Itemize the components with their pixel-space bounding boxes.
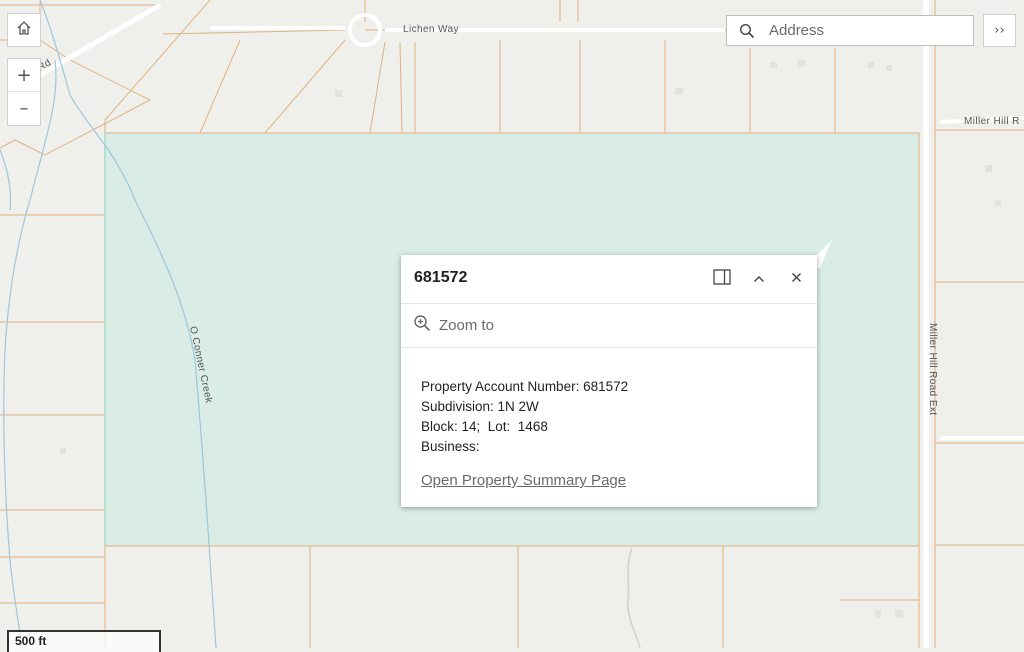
scale-bar: 500 ft	[7, 630, 161, 652]
zoom-to-action[interactable]: Zoom to	[413, 314, 495, 337]
subdivision: Subdivision: 1N 2W	[421, 399, 539, 414]
block-lot: Block: 14; Lot: 1468	[421, 419, 548, 434]
address-search	[726, 15, 974, 46]
zoom-to-label: Zoom to	[439, 316, 495, 334]
zoom-in-magnifier-icon	[413, 314, 431, 337]
popup-title: 681572	[414, 269, 468, 286]
zoom-controls: + –	[7, 58, 41, 126]
property-popup: 681572 Zoom to Property Account Number: …	[401, 255, 817, 507]
close-popup-button[interactable]	[784, 267, 808, 291]
zoom-out-button[interactable]: –	[8, 92, 40, 124]
zoom-in-button[interactable]: +	[8, 59, 40, 92]
home-button[interactable]	[7, 13, 41, 47]
address-search-input[interactable]	[767, 21, 961, 40]
dock-icon	[713, 268, 731, 290]
home-icon	[16, 20, 32, 41]
road-label-miller-hill-rd: Miller Hill R	[964, 116, 1020, 127]
chevron-up-icon	[753, 270, 765, 288]
road-label-miller-hill-road-ext: Miller Hill Road Ext	[927, 323, 938, 415]
property-account-number: Property Account Number: 681572	[421, 379, 629, 394]
open-property-summary-link[interactable]: Open Property Summary Page	[421, 472, 626, 489]
business: Business:	[421, 439, 480, 454]
scale-label: 500 ft	[15, 634, 47, 648]
close-icon	[791, 270, 802, 288]
popup-body: Property Account Number: 681572 Subdivis…	[421, 377, 628, 457]
popup-header: 681572	[401, 255, 817, 304]
expand-search-button[interactable]: ››	[983, 14, 1016, 47]
search-icon	[727, 23, 767, 39]
dock-popup-button[interactable]	[710, 267, 734, 291]
popup-divider	[401, 347, 817, 348]
road-label-lichen-way: Lichen Way	[403, 24, 459, 35]
collapse-popup-button[interactable]	[747, 267, 771, 291]
